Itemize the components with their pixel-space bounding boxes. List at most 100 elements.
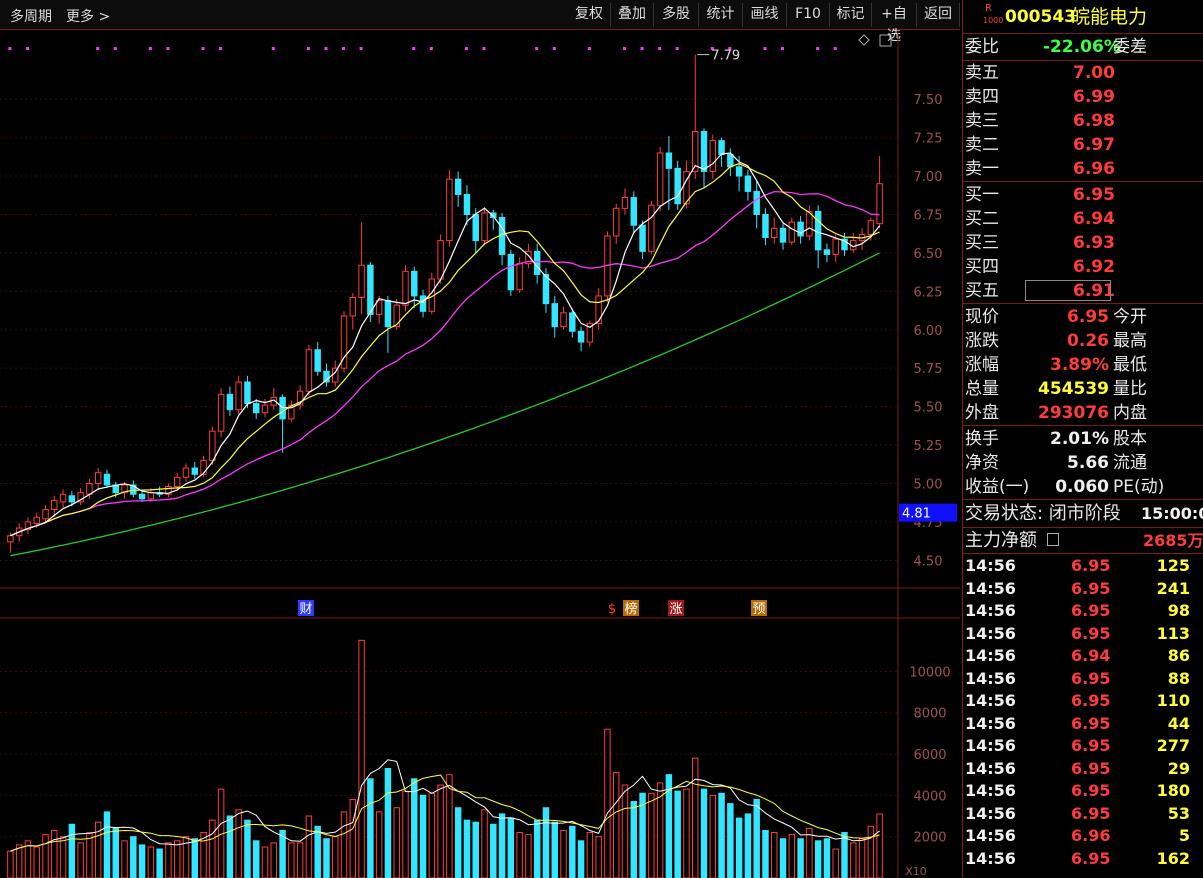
volume-bar [639, 792, 646, 878]
tick-volume: 53 [1167, 803, 1190, 823]
volume-bar [428, 792, 436, 878]
tick-volume: 180 [1156, 781, 1190, 800]
candle-body [814, 210, 822, 251]
toolbar-button[interactable]: 统计 [699, 3, 743, 27]
signal-dot [166, 47, 170, 50]
volume-bar [446, 774, 453, 878]
candle-body [507, 253, 515, 291]
signal-dot [359, 47, 363, 50]
candle-body [138, 493, 146, 500]
signal-dot [816, 47, 820, 50]
candle-body [261, 404, 269, 414]
signal-dot [113, 47, 117, 50]
volume-bar [858, 838, 866, 878]
tick-volume: 44 [1167, 713, 1190, 733]
diamond-icon [858, 34, 870, 46]
signal-dot [535, 47, 539, 50]
toolbar-button[interactable]: +自选 [872, 3, 917, 44]
tick-time: 14:56 [965, 623, 1016, 643]
tick-row: 14:56 6.95 110 [965, 690, 1203, 713]
ask-row-price[interactable]: 6.97 [1073, 134, 1115, 157]
toolbar-button[interactable]: 画线 [743, 3, 787, 27]
stat-label2: 今开 [1113, 307, 1147, 327]
toolbar-button[interactable]: F10 [787, 3, 830, 27]
toolbar-button[interactable]: 标记 [830, 3, 872, 27]
multi-period-button[interactable]: 多周期 [10, 6, 52, 26]
signal-dot [306, 47, 310, 50]
candle-body [358, 264, 365, 298]
volume-bar [683, 788, 690, 878]
ma10-line [10, 163, 880, 537]
volume-bar [419, 794, 427, 878]
stat-label: 涨幅 [965, 355, 999, 375]
candle-body [674, 167, 681, 205]
main-net-value: 2685万 [1143, 531, 1203, 550]
stat-value: 0.26 [1067, 331, 1109, 351]
volume-bar [850, 842, 857, 878]
toolbar-button[interactable]: 多股 [654, 3, 699, 27]
volume-bar [411, 778, 418, 878]
volume-bar [498, 813, 506, 878]
candle-body [173, 476, 181, 488]
volume-bar [569, 825, 576, 878]
tick-volume: 110 [1156, 691, 1190, 710]
candle-body [727, 154, 734, 168]
wei-bi-value: -22.06% [1043, 37, 1121, 57]
main-net-detail-icon[interactable] [1047, 533, 1059, 546]
ma60-line [10, 252, 880, 557]
volume-bar [551, 821, 558, 878]
candle-body [68, 495, 76, 503]
tick-row: 14:56 6.95 53 [965, 803, 1203, 826]
signal-dot [201, 47, 205, 50]
price-tick-label: 7.00 [914, 170, 943, 185]
toolbar-button[interactable]: 返回 [917, 3, 960, 27]
ask-row-price[interactable]: 6.99 [1073, 86, 1115, 109]
signal-dot [429, 47, 433, 50]
candle-body [393, 304, 400, 328]
volume-bar [323, 838, 330, 878]
kline-chart[interactable]: 7.50 7.25 7.00 6.75 6.50 6.25 6.00 5.75 5.50 5.25… [0, 30, 960, 878]
more-menu-button[interactable]: 更多 > [66, 6, 110, 26]
volume-bar [771, 832, 778, 878]
volume-bar [604, 728, 611, 878]
candle-body [446, 178, 453, 242]
candle-body [314, 349, 321, 372]
signal-dot [219, 47, 223, 50]
signal-dot [640, 47, 644, 50]
bid-row-price[interactable]: 6.95 [1073, 184, 1115, 207]
candle-body [411, 270, 418, 297]
volume-bar [797, 838, 804, 878]
tick-volume: 88 [1167, 668, 1190, 688]
volume-bar [876, 813, 883, 878]
stat-label: 外盘 [965, 403, 999, 423]
candle-body [419, 295, 427, 312]
bid-row-price[interactable]: 6.93 [1073, 232, 1115, 255]
signal-dot [148, 47, 152, 50]
volume-bar [130, 836, 137, 878]
toolbar-button[interactable]: 复权 [568, 3, 611, 27]
tick-price: 6.95 [1071, 578, 1111, 598]
candle-body [823, 249, 831, 255]
candle-body [832, 238, 839, 255]
tick-time: 14:56 [965, 736, 1016, 755]
toolbar-button[interactable]: 叠加 [611, 3, 654, 27]
ask-row-price[interactable]: 6.96 [1073, 158, 1115, 181]
volume-bar [384, 767, 392, 878]
volume-bar [235, 809, 242, 878]
bid-row-price[interactable]: 6.92 [1073, 256, 1115, 279]
signal-dot [25, 47, 29, 50]
bid-five-highlight [1025, 280, 1111, 301]
volume-bar [305, 815, 313, 878]
event-marker: 涨 [669, 602, 682, 617]
volume-bar [332, 836, 339, 878]
tick-row: 14:56 6.95 125 [965, 555, 1203, 578]
candle-body [226, 393, 234, 411]
stat-value: 293076 [1038, 403, 1109, 423]
volume-bar [727, 803, 734, 878]
signal-dot [622, 47, 626, 50]
volume-bar [762, 829, 769, 878]
ask-row-price[interactable]: 7.00 [1073, 62, 1115, 85]
bid-row-price[interactable]: 6.94 [1073, 208, 1115, 231]
volume-bar [138, 844, 146, 878]
ask-row-price[interactable]: 6.98 [1073, 110, 1115, 133]
